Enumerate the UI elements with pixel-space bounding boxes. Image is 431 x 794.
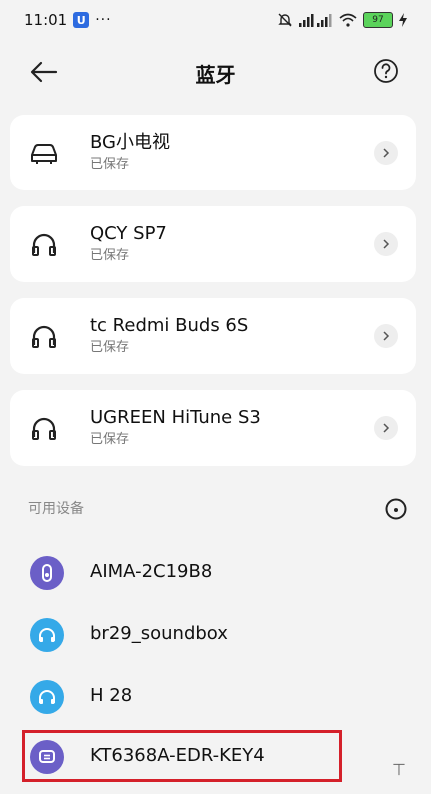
device-details-button[interactable]	[374, 324, 398, 348]
device-status: 已保存	[90, 157, 130, 172]
device-text: BG小电视 已保存	[90, 132, 170, 174]
headphones-icon	[30, 680, 64, 714]
device-details-button[interactable]	[374, 232, 398, 256]
mute-bell-icon	[278, 13, 292, 27]
saved-device-row[interactable]: BG小电视 已保存	[10, 118, 416, 188]
status-bar: 11:01 U ··· 97	[0, 0, 431, 40]
help-button[interactable]	[371, 56, 401, 86]
device-name: UGREEN HiTune S3	[90, 407, 261, 428]
saved-device-row[interactable]: QCY SP7 已保存	[10, 209, 416, 279]
chevron-right-icon	[383, 423, 390, 433]
saved-device-card-1[interactable]: BG小电视 已保存	[10, 115, 416, 190]
saved-device-card-4[interactable]: UGREEN HiTune S3 已保存	[10, 390, 416, 466]
status-time: 11:01	[24, 11, 68, 29]
more-notifications-icon: ···	[95, 12, 112, 28]
device-details-button[interactable]	[374, 416, 398, 440]
help-icon	[374, 59, 398, 83]
available-device-row-1[interactable]: AIMA-2C19B8	[10, 544, 416, 602]
charging-icon	[399, 13, 407, 27]
available-devices-title: 可用设备	[28, 501, 84, 517]
wifi-icon	[339, 13, 357, 27]
back-arrow-icon	[30, 61, 58, 83]
chevron-right-icon	[383, 331, 390, 341]
device-name: tc Redmi Buds 6S	[90, 315, 249, 336]
chevron-right-icon	[383, 239, 390, 249]
status-left: 11:01 U ···	[24, 11, 112, 29]
highlight-annotation-box	[22, 730, 342, 782]
page-title: 蓝牙	[195, 62, 236, 87]
scooter-icon	[30, 556, 64, 590]
device-name: H 28	[90, 685, 133, 706]
chevron-right-icon	[383, 148, 390, 158]
device-name: AIMA-2C19B8	[90, 561, 213, 582]
headphones-icon	[26, 410, 62, 446]
device-name: QCY SP7	[90, 223, 167, 244]
device-text: tc Redmi Buds 6S 已保存	[90, 315, 248, 357]
scanning-icon	[385, 498, 407, 520]
headphones-icon	[30, 618, 64, 652]
device-status: 已保存	[90, 432, 130, 447]
battery-icon: 97	[363, 12, 393, 28]
device-status: 已保存	[90, 340, 130, 355]
scroll-indicator-icon: ⊤	[392, 760, 406, 779]
back-button[interactable]	[28, 56, 60, 88]
device-text: UGREEN HiTune S3 已保存	[90, 407, 261, 449]
saved-device-card-2[interactable]: QCY SP7 已保存	[10, 206, 416, 282]
device-name: BG小电视	[90, 132, 170, 153]
device-text: QCY SP7 已保存	[90, 223, 167, 265]
header: 蓝牙	[0, 40, 431, 106]
available-device-row-2[interactable]: br29_soundbox	[10, 606, 416, 664]
status-right: 97	[277, 12, 407, 28]
car-icon	[26, 135, 62, 171]
signal-icon	[299, 14, 332, 27]
app-badge-icon: U	[73, 12, 90, 28]
headphones-icon	[26, 318, 62, 354]
device-details-button[interactable]	[374, 141, 398, 165]
device-name: br29_soundbox	[90, 623, 228, 644]
saved-device-card-3[interactable]: tc Redmi Buds 6S 已保存	[10, 298, 416, 374]
saved-device-row[interactable]: UGREEN HiTune S3 已保存	[10, 393, 416, 463]
saved-device-row[interactable]: tc Redmi Buds 6S 已保存	[10, 301, 416, 371]
device-status: 已保存	[90, 248, 130, 263]
available-device-row-3[interactable]: H 28	[10, 668, 416, 726]
headphones-icon	[26, 226, 62, 262]
